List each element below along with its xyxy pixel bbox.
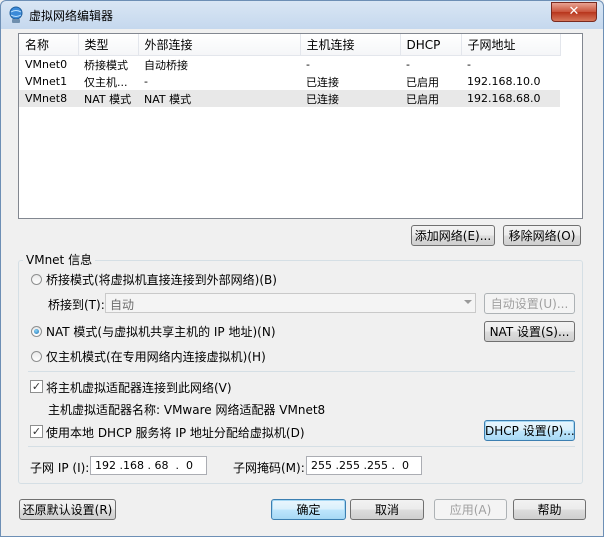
subnet-ip-input[interactable]: 192 .168 . 68 . 0 bbox=[90, 456, 207, 475]
cell-type: 仅主机... bbox=[84, 75, 128, 89]
apply-button[interactable]: 应用(A) bbox=[434, 499, 507, 520]
cell-name: VMnet1 bbox=[25, 75, 68, 88]
column-header-dhcp[interactable]: DHCP bbox=[400, 34, 462, 56]
bridge-to-value: 自动 bbox=[110, 298, 135, 312]
ok-button[interactable]: 确定 bbox=[271, 499, 346, 520]
cell-external: NAT 模式 bbox=[138, 90, 300, 107]
table-row[interactable]: VMnet0 桥接模式 自动桥接 - - - bbox=[19, 56, 560, 74]
bridge-to-select[interactable]: 自动 bbox=[105, 293, 476, 313]
bridged-mode-radio[interactable] bbox=[31, 274, 42, 285]
cell-type: 桥接模式 bbox=[84, 58, 128, 72]
network-globe-icon bbox=[9, 6, 23, 23]
cell-external: - bbox=[144, 75, 148, 88]
table-row-selected[interactable]: VMnet8 NAT 模式 NAT 模式 已连接 已启用 192.168.68.… bbox=[19, 90, 560, 107]
cancel-button[interactable]: 取消 bbox=[350, 499, 424, 520]
add-network-button[interactable]: 添加网络(E)... bbox=[411, 225, 495, 246]
cell-subnet: 192.168.68.0 bbox=[461, 90, 560, 107]
bridge-to-label: 桥接到(T): bbox=[48, 298, 105, 312]
column-header-subnet[interactable]: 子网地址 bbox=[461, 34, 561, 56]
separator bbox=[28, 371, 575, 372]
nat-mode-label[interactable]: NAT 模式(与虚拟机共享主机的 IP 地址)(N) bbox=[46, 323, 276, 340]
vmnet-info-legend: VMnet 信息 bbox=[23, 251, 96, 268]
cell-host: 已连接 bbox=[306, 75, 339, 89]
cell-dhcp: - bbox=[406, 58, 410, 71]
cell-subnet: 192.168.10.0 bbox=[467, 75, 541, 88]
virtual-network-editor-window: 虚拟网络编辑器 ✕ 名称 类型 外部连接 主机连接 DHCP 子网地址 VMne… bbox=[0, 0, 604, 537]
subnet-mask-label: 子网掩码(M): bbox=[233, 461, 305, 475]
cell-type: NAT 模式 bbox=[78, 90, 138, 107]
nat-mode-radio[interactable] bbox=[31, 326, 42, 337]
close-button[interactable]: ✕ bbox=[551, 2, 597, 22]
column-header-type[interactable]: 类型 bbox=[78, 34, 139, 56]
title-bar[interactable]: 虚拟网络编辑器 ✕ bbox=[1, 1, 603, 29]
cell-dhcp: 已启用 bbox=[406, 75, 439, 89]
subnet-ip-label: 子网 IP (I): bbox=[30, 461, 90, 475]
dhcp-checkbox[interactable]: ✓ bbox=[30, 425, 43, 438]
table-header-row: 名称 类型 外部连接 主机连接 DHCP 子网地址 bbox=[19, 34, 561, 56]
column-header-name[interactable]: 名称 bbox=[19, 34, 79, 56]
cell-external: 自动桥接 bbox=[144, 58, 188, 72]
column-header-host[interactable]: 主机连接 bbox=[300, 34, 401, 56]
connect-adapter-checkbox[interactable]: ✓ bbox=[30, 380, 43, 393]
restore-defaults-button[interactable]: 还原默认设置(R) bbox=[19, 499, 116, 520]
dialog-body: 名称 类型 外部连接 主机连接 DHCP 子网地址 VMnet0 桥接模式 自动… bbox=[7, 29, 597, 531]
separator bbox=[28, 446, 575, 447]
auto-settings-button[interactable]: 自动设置(U)... bbox=[484, 293, 575, 314]
remove-network-button[interactable]: 移除网络(O) bbox=[503, 225, 581, 246]
bridged-mode-label[interactable]: 桥接模式(将虚拟机直接连接到外部网络)(B) bbox=[46, 271, 277, 288]
cell-subnet: - bbox=[467, 58, 471, 71]
cell-name: VMnet8 bbox=[19, 90, 78, 107]
cell-name: VMnet0 bbox=[25, 58, 68, 71]
network-table: 名称 类型 外部连接 主机连接 DHCP 子网地址 VMnet0 桥接模式 自动… bbox=[19, 34, 561, 107]
chevron-down-icon bbox=[464, 300, 472, 304]
column-header-external[interactable]: 外部连接 bbox=[138, 34, 301, 56]
table-row[interactable]: VMnet1 仅主机... - 已连接 已启用 192.168.10.0 bbox=[19, 73, 560, 90]
dhcp-label[interactable]: 使用本地 DHCP 服务将 IP 地址分配给虚拟机(D) bbox=[46, 424, 305, 441]
cell-host: 已连接 bbox=[300, 90, 400, 107]
cell-dhcp: 已启用 bbox=[400, 90, 461, 107]
cell-host: - bbox=[306, 58, 310, 71]
window-title: 虚拟网络编辑器 bbox=[29, 9, 114, 23]
host-only-label[interactable]: 仅主机模式(在专用网络内连接虚拟机)(H) bbox=[46, 348, 266, 365]
nat-settings-button[interactable]: NAT 设置(S)... bbox=[484, 321, 575, 342]
subnet-mask-input[interactable]: 255 .255 .255 . 0 bbox=[306, 456, 422, 475]
network-list[interactable]: 名称 类型 外部连接 主机连接 DHCP 子网地址 VMnet0 桥接模式 自动… bbox=[18, 33, 583, 219]
adapter-name-text: 主机虚拟适配器名称: VMware 网络适配器 VMnet8 bbox=[48, 403, 326, 417]
host-only-radio[interactable] bbox=[31, 351, 42, 362]
connect-adapter-label[interactable]: 将主机虚拟适配器连接到此网络(V) bbox=[46, 379, 232, 396]
help-button[interactable]: 帮助 bbox=[513, 499, 586, 520]
dhcp-settings-button[interactable]: DHCP 设置(P)... bbox=[484, 420, 575, 441]
